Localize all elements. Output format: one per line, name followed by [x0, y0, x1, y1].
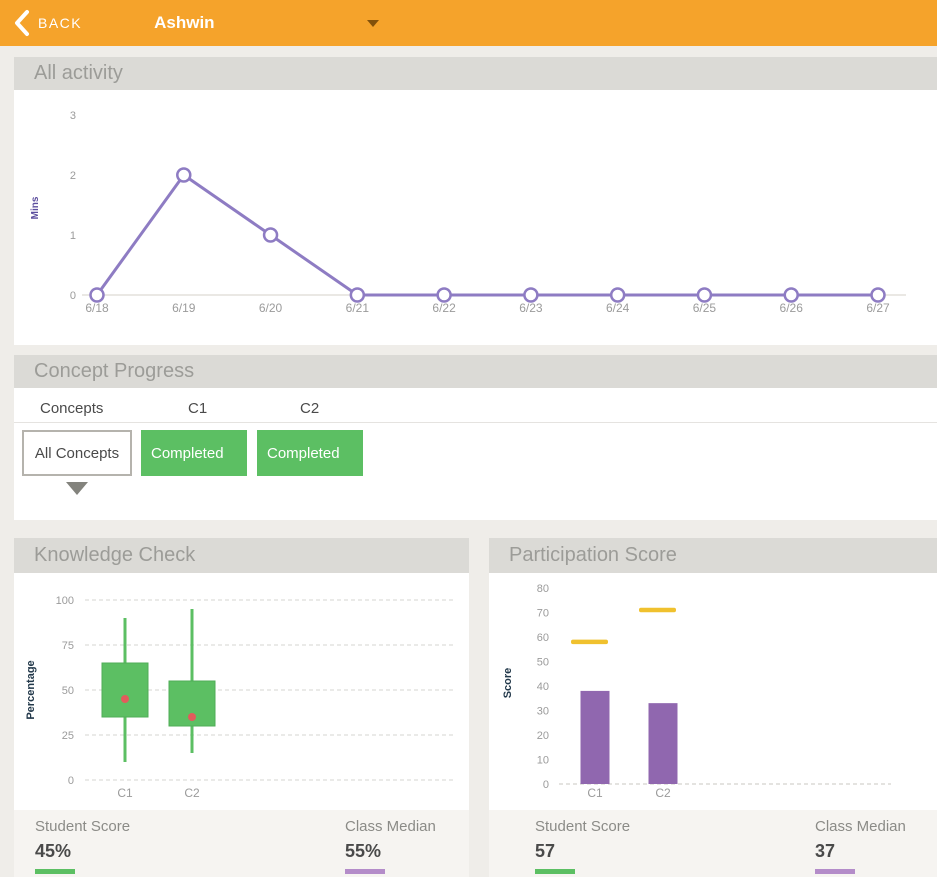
ps-student-score-value: 57 — [535, 841, 556, 861]
x-tick-label: C1 — [587, 786, 603, 800]
kc-student-score-stat: Student Score 45% — [35, 818, 130, 874]
activity-point — [349, 287, 366, 303]
x-tick-label: C2 — [655, 786, 671, 800]
ps-student-score-stat: Student Score 57 — [535, 818, 630, 874]
x-tick-label: 6/26 — [780, 301, 804, 315]
back-chevron-icon[interactable] — [12, 9, 32, 37]
y-tick-label: 0 — [543, 779, 549, 791]
knowledge-check-panel: Knowledge Check 0 25 50 75 100 Percentage C1 C2… — [14, 538, 469, 877]
student-dropdown[interactable]: Ashwin — [154, 13, 379, 33]
c2-completed-badge[interactable]: Completed — [257, 430, 363, 476]
student-score-point — [121, 695, 129, 703]
x-tick-label: 6/19 — [172, 301, 196, 315]
activity-point — [523, 287, 539, 303]
y-tick-label: 75 — [62, 640, 74, 652]
y-tick-label: 100 — [56, 595, 74, 607]
y-tick-label: 20 — [537, 730, 549, 742]
all-activity-title: All activity — [14, 57, 937, 90]
student-score-point — [188, 713, 196, 721]
activity-line-series — [95, 173, 878, 297]
knowledge-check-chart: 0 25 50 75 100 Percentage C1 C2 — [14, 573, 469, 810]
x-tick-label: C1 — [117, 786, 133, 800]
all-concepts-button[interactable]: All Concepts — [22, 430, 132, 476]
ps-class-median-underline — [815, 869, 855, 874]
y-axis-label: Percentage — [25, 660, 37, 719]
kc-student-score-value: 45% — [35, 841, 72, 861]
y-tick-label: 60 — [537, 632, 549, 644]
activity-point — [436, 287, 452, 303]
participation-score-title: Participation Score — [489, 538, 937, 573]
class-median-marker — [571, 639, 608, 645]
activity-point — [696, 287, 713, 303]
concepts-column-header: Concepts — [40, 400, 104, 417]
y-tick-label: 3 — [70, 110, 76, 122]
y-tick-label: 40 — [537, 681, 549, 693]
student-name: Ashwin — [154, 13, 215, 32]
class-median-marker — [639, 607, 676, 613]
y-axis-label: Score — [502, 668, 514, 699]
y-tick-label: 2 — [70, 170, 76, 182]
y-tick-label: 70 — [537, 608, 549, 620]
all-activity-chart: 0 1 2 3 Mins 6/18 6/19 6/20 6/21 6/22 6/23 6/24 6/25… — [14, 90, 937, 345]
kc-student-score-underline — [35, 869, 75, 874]
concept-c2-header: C2 — [300, 400, 320, 417]
y-tick-label: 50 — [62, 685, 74, 697]
ps-class-median-value: 37 — [815, 841, 836, 861]
activity-point — [609, 287, 626, 303]
student-score-bar — [580, 690, 610, 784]
divider — [14, 422, 937, 423]
y-tick-label: 80 — [537, 583, 549, 595]
x-tick-label: 6/27 — [866, 301, 890, 315]
kc-class-median-label: Class Median — [345, 818, 436, 835]
kc-class-median-value: 55% — [345, 841, 382, 861]
kc-class-median-stat: Class Median 55% — [345, 818, 436, 874]
x-tick-label: 6/22 — [432, 301, 456, 315]
activity-point — [176, 167, 192, 183]
knowledge-check-title: Knowledge Check — [14, 538, 469, 573]
topbar: BACK Ashwin — [0, 0, 937, 46]
ps-student-score-label: Student Score — [535, 818, 631, 835]
all-activity-section: All activity 0 1 2 3 Mins 6/18 6/19 6/20 6/21 6/2… — [14, 57, 937, 345]
y-tick-label: 10 — [537, 755, 549, 767]
kc-student-score-label: Student Score — [35, 818, 131, 835]
y-tick-label: 50 — [537, 657, 549, 669]
activity-point — [262, 227, 279, 243]
y-tick-label: 1 — [70, 230, 76, 242]
activity-point — [783, 287, 799, 303]
ps-class-median-label: Class Median — [815, 818, 906, 835]
concept-c1-header: C1 — [188, 400, 208, 417]
kc-class-median-underline — [345, 869, 385, 874]
y-axis-label: Mins — [30, 196, 41, 219]
x-tick-label: 6/21 — [346, 301, 370, 315]
back-button[interactable]: BACK — [38, 15, 82, 31]
y-tick-label: 0 — [70, 290, 76, 302]
y-tick-label: 0 — [68, 775, 74, 787]
x-tick-label: 6/24 — [606, 301, 630, 315]
chevron-down-icon — [366, 19, 379, 27]
box — [101, 662, 149, 718]
x-tick-label: 6/18 — [85, 301, 109, 315]
participation-score-panel: Participation Score 0 10 20 30 40 50 60 70 80 Sco… — [489, 538, 937, 877]
y-tick-label: 25 — [62, 730, 74, 742]
x-tick-label: 6/25 — [693, 301, 717, 315]
activity-point — [89, 287, 105, 303]
participation-score-chart: 0 10 20 30 40 50 60 70 80 Score C1 C2 — [489, 573, 937, 810]
x-tick-label: 6/23 — [519, 301, 543, 315]
student-score-bar — [648, 703, 678, 784]
y-tick-label: 30 — [537, 706, 549, 718]
selected-filter-indicator-icon — [66, 482, 88, 495]
ps-class-median-stat: Class Median 37 — [815, 818, 906, 874]
ps-student-score-underline — [535, 869, 575, 874]
x-tick-label: C2 — [184, 786, 200, 800]
x-tick-label: 6/20 — [259, 301, 283, 315]
activity-point — [870, 287, 886, 303]
concept-progress-title: Concept Progress — [14, 355, 937, 388]
c1-completed-badge[interactable]: Completed — [141, 430, 247, 476]
concept-progress-section: Concept Progress Concepts C1 C2 All Conc… — [14, 355, 937, 520]
